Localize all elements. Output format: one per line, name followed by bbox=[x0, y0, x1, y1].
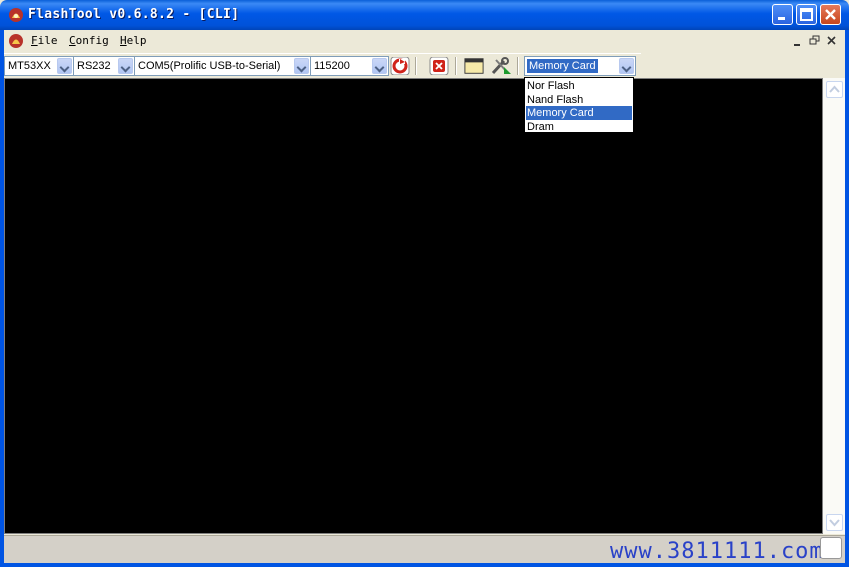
menu-help-mnemonic: H bbox=[120, 34, 127, 47]
chip-select-value: MT53XX bbox=[8, 60, 51, 72]
menu-file[interactable]: File bbox=[31, 34, 58, 47]
toolbar-separator bbox=[415, 57, 417, 75]
toolbar-separator bbox=[517, 57, 519, 75]
toolbar-separator bbox=[455, 57, 457, 75]
window-frame-left bbox=[0, 30, 4, 567]
dropdown-option-dram[interactable]: Dram bbox=[526, 120, 632, 134]
port-select-value: COM5(Prolific USB-to-Serial) bbox=[138, 60, 281, 72]
tools-icon[interactable] bbox=[490, 57, 514, 75]
storage-dropdown-list[interactable]: Nor Flash Nand Flash Memory Card Dram bbox=[524, 77, 634, 133]
console-output[interactable] bbox=[4, 78, 823, 534]
toolbar: MT53XX RS232 COM5(Prolific USB-to-Serial… bbox=[4, 53, 641, 78]
mdi-minimize-icon bbox=[794, 44, 800, 46]
maximize-button[interactable] bbox=[796, 4, 817, 25]
mdi-close-button[interactable] bbox=[824, 33, 840, 49]
maximize-icon bbox=[800, 8, 813, 21]
vertical-scrollbar[interactable] bbox=[823, 78, 845, 534]
chevron-down-icon[interactable] bbox=[294, 58, 309, 74]
title-bar[interactable]: FlashTool v0.6.8.2 - [CLI] bbox=[0, 0, 849, 30]
port-select[interactable]: COM5(Prolific USB-to-Serial) bbox=[134, 56, 311, 76]
window-title: FlashTool v0.6.8.2 - [CLI] bbox=[28, 7, 240, 22]
menu-help[interactable]: Help bbox=[120, 34, 147, 47]
storage-select[interactable]: Memory Card bbox=[524, 56, 636, 76]
size-grip[interactable] bbox=[820, 537, 842, 559]
mdi-restore-button[interactable] bbox=[807, 33, 823, 49]
window-frame-right bbox=[845, 30, 849, 567]
app-icon bbox=[9, 8, 23, 22]
dropdown-option-nand-flash[interactable]: Nand Flash bbox=[526, 93, 632, 107]
close-icon bbox=[825, 9, 836, 20]
menu-config-mnemonic: C bbox=[69, 34, 76, 47]
interface-select-value: RS232 bbox=[77, 60, 111, 72]
mdi-app-icon[interactable] bbox=[8, 33, 24, 49]
baud-select-value: 115200 bbox=[314, 60, 350, 72]
menu-config-label: onfig bbox=[75, 34, 109, 47]
menu-file-mnemonic: F bbox=[31, 34, 38, 47]
toolbar-filler bbox=[641, 53, 845, 77]
mdi-minimize-button[interactable] bbox=[790, 33, 806, 49]
mdi-restore-icon bbox=[809, 35, 820, 45]
mdi-close-icon bbox=[827, 36, 836, 45]
dropdown-option-memory-card[interactable]: Memory Card bbox=[526, 106, 632, 120]
minimize-button[interactable] bbox=[772, 4, 793, 25]
chevron-down-icon[interactable] bbox=[57, 58, 72, 74]
scroll-up-button[interactable] bbox=[826, 81, 843, 98]
minimize-icon bbox=[778, 17, 785, 20]
chevron-down-icon bbox=[829, 519, 840, 527]
menu-file-label: ile bbox=[37, 34, 58, 47]
window-icon[interactable] bbox=[464, 57, 484, 75]
chip-select[interactable]: MT53XX bbox=[4, 56, 74, 76]
close-button[interactable] bbox=[820, 4, 841, 25]
menu-config[interactable]: Config bbox=[69, 34, 109, 47]
window-frame-bottom bbox=[0, 563, 849, 567]
baud-select[interactable]: 115200 bbox=[310, 56, 389, 76]
chevron-down-icon[interactable] bbox=[372, 58, 387, 74]
refresh-icon[interactable] bbox=[390, 57, 410, 75]
stop-icon[interactable] bbox=[429, 57, 449, 75]
scroll-down-button[interactable] bbox=[826, 514, 843, 531]
dropdown-option-nor-flash[interactable]: Nor Flash bbox=[526, 79, 632, 93]
chevron-down-icon[interactable] bbox=[619, 58, 634, 74]
app-window: FlashTool v0.6.8.2 - [CLI] File Config H… bbox=[0, 0, 849, 567]
watermark-text: www.3811111.com bbox=[610, 539, 824, 564]
chevron-up-icon bbox=[829, 85, 840, 93]
storage-select-value: Memory Card bbox=[527, 59, 598, 73]
menu-bar: File Config Help bbox=[4, 30, 845, 52]
menu-help-label: elp bbox=[126, 34, 147, 47]
chevron-down-icon[interactable] bbox=[118, 58, 133, 74]
interface-select[interactable]: RS232 bbox=[73, 56, 135, 76]
